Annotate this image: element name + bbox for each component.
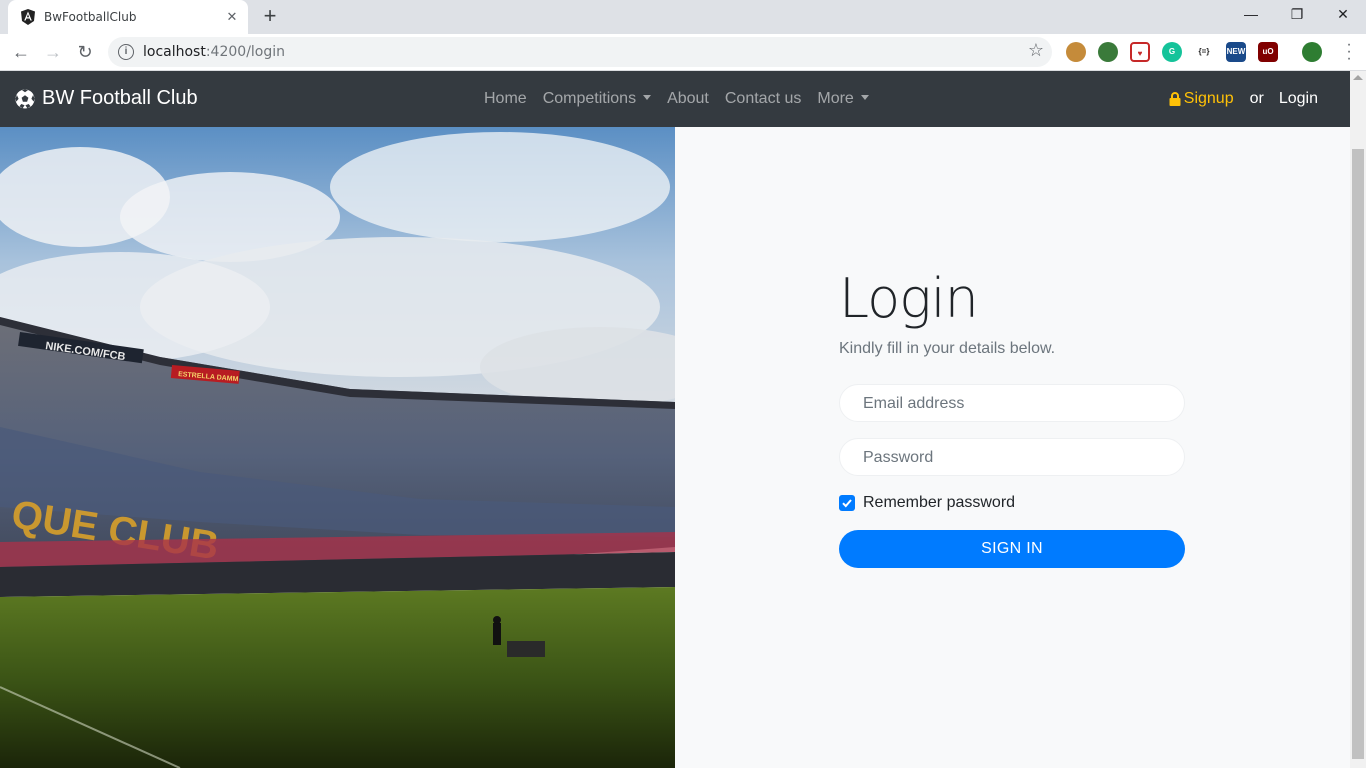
address-bar[interactable]: i localhost:4200/login ☆ [108, 37, 1052, 67]
scrollbar-thumb[interactable] [1352, 149, 1364, 759]
stadium-hero-image: NIKE.COM/FCB ESTRELLA DAMM QUE CLUB [0, 127, 675, 768]
email-placeholder: Email address [863, 394, 965, 412]
cookie-extension-icon[interactable] [1066, 42, 1086, 62]
remember-label[interactable]: Remember password [863, 494, 1015, 512]
nav-more[interactable]: More [817, 90, 869, 108]
scroll-up-arrow-icon[interactable] [1353, 75, 1363, 80]
login-link[interactable]: Login [1279, 90, 1318, 108]
nav-more-label: More [817, 90, 854, 107]
url-host: localhost [143, 44, 206, 60]
url-text[interactable]: localhost:4200/login [143, 44, 285, 60]
signup-label: Signup [1183, 90, 1234, 107]
email-field[interactable]: Email address [839, 383, 1185, 422]
auth-links: Signup or Login [1169, 71, 1318, 127]
site-info-icon[interactable]: i [118, 44, 134, 60]
login-form: Login Kindly fill in your details below.… [839, 267, 1185, 568]
browser-tab[interactable]: BwFootballClub ✕ [8, 0, 248, 34]
nav-about[interactable]: About [667, 90, 709, 108]
signup-link[interactable]: Signup [1169, 90, 1234, 108]
brand-link[interactable]: BW Football Club [15, 87, 198, 110]
soccer-ball-icon [15, 89, 35, 108]
remember-checkbox[interactable] [839, 494, 855, 511]
url-path: :4200/login [205, 44, 286, 60]
back-button[interactable]: ← [8, 39, 34, 65]
profile-avatar[interactable] [1302, 42, 1322, 62]
ublock-extension-icon[interactable]: uO [1258, 42, 1278, 62]
angular-icon [21, 9, 35, 25]
new-extension-icon[interactable]: NEW [1226, 42, 1246, 62]
lock-icon [1169, 92, 1181, 106]
nav-contact[interactable]: Contact us [725, 90, 801, 108]
app-navbar: BW Football Club Home Competitions About… [0, 71, 1366, 127]
browser-tabstrip: BwFootballClub ✕ + — ❐ ✕ [0, 0, 1366, 34]
minimize-button[interactable]: — [1228, 0, 1274, 30]
caret-down-icon [860, 95, 869, 100]
password-field[interactable]: Password [839, 437, 1185, 476]
brand-name: BW Football Club [42, 87, 198, 109]
login-panel: Login Kindly fill in your details below.… [675, 127, 1350, 768]
browser-toolbar: ← → ↻ i localhost:4200/login ☆ ♥ G {=} N… [0, 34, 1366, 71]
grammarly-extension-icon[interactable]: G [1162, 42, 1182, 62]
page-subtitle: Kindly fill in your details below. [839, 339, 1056, 357]
remember-password-row: Remember password [839, 494, 1185, 512]
tab-close-icon[interactable]: ✕ [224, 9, 240, 25]
browser-menu-icon[interactable]: · · · [1346, 37, 1352, 67]
nav-competitions-label: Competitions [542, 90, 637, 107]
new-tab-button[interactable]: + [258, 5, 282, 28]
nav-competitions[interactable]: Competitions [542, 90, 652, 108]
stadium-illustration: NIKE.COM/FCB ESTRELLA DAMM QUE CLUB [0, 127, 675, 768]
close-window-button[interactable]: ✕ [1320, 0, 1366, 30]
forward-button[interactable]: → [40, 39, 66, 65]
or-text: or [1249, 90, 1264, 107]
shield-extension-icon[interactable]: ♥ [1130, 42, 1150, 62]
restore-button[interactable]: ❐ [1274, 0, 1320, 30]
sign-in-button[interactable]: SIGN IN [839, 529, 1185, 568]
nav-home[interactable]: Home [484, 90, 527, 108]
reload-button[interactable]: ↻ [72, 39, 98, 65]
globe-extension-icon[interactable] [1098, 42, 1118, 62]
json-extension-icon[interactable]: {=} [1194, 42, 1214, 62]
bookmark-star-icon[interactable]: ☆ [1028, 40, 1044, 61]
checkmark-icon [842, 499, 852, 508]
page-title: Login [839, 267, 979, 330]
password-placeholder: Password [863, 448, 934, 466]
tab-title: BwFootballClub [44, 10, 137, 24]
caret-down-icon [643, 95, 652, 100]
page-scrollbar[interactable] [1350, 71, 1366, 768]
nav-links: Home Competitions About Contact us More [484, 71, 885, 127]
